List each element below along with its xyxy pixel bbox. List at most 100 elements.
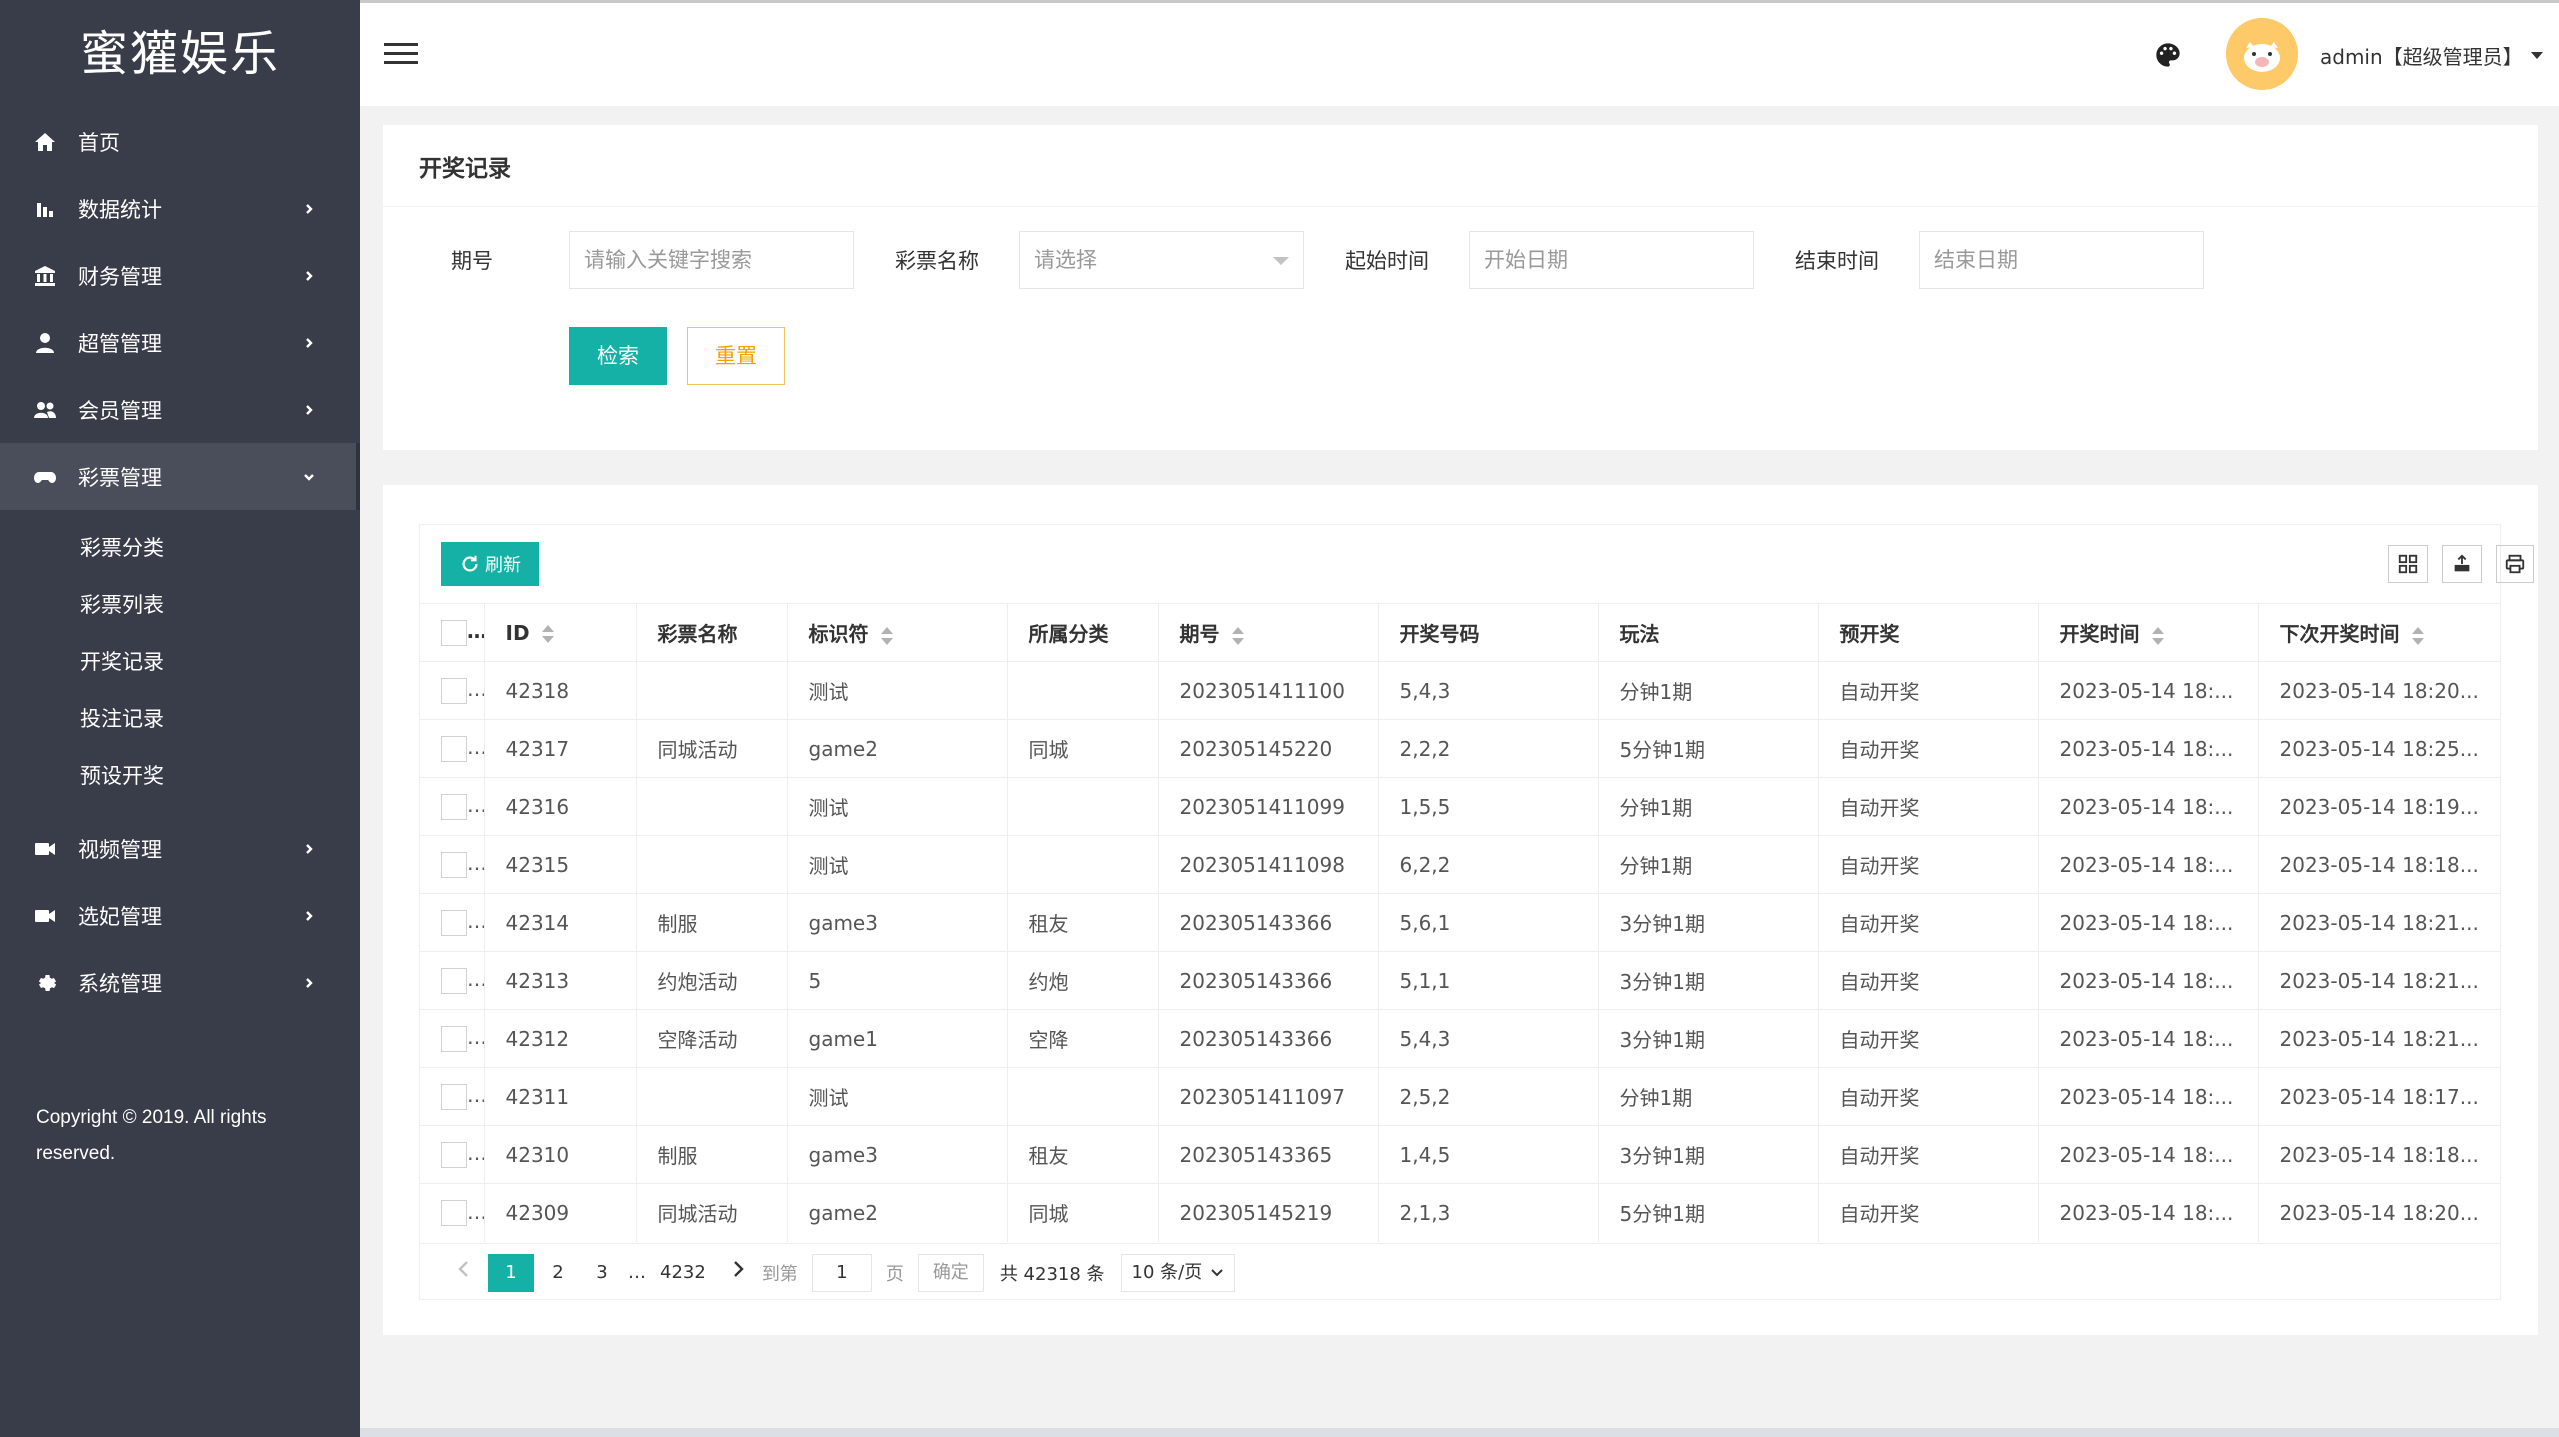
sort-icon[interactable] [2411, 626, 2424, 645]
goto-page-input[interactable]: 1 [811, 1253, 872, 1292]
table-cell: 42310 [484, 1125, 637, 1184]
search-button[interactable]: 检索 [569, 327, 667, 385]
submenu-item[interactable]: 预设开奖 [0, 748, 360, 805]
sidebar-item-7[interactable]: 视频管理 [0, 815, 360, 882]
sidebar-item-4[interactable]: 超管管理 [0, 309, 360, 376]
issue-input[interactable]: 请输入关键字搜索 [569, 231, 854, 289]
sort-icon[interactable] [541, 625, 554, 643]
submenu-item[interactable]: 开奖记录 [0, 634, 360, 691]
page-1[interactable]: 1 [488, 1253, 534, 1292]
avatar[interactable] [2226, 18, 2298, 90]
print-button[interactable] [2496, 545, 2534, 583]
row-checkbox[interactable] [441, 967, 467, 994]
table-cell: 2023-05-14 18:19... [2258, 777, 2500, 836]
sort-icon[interactable] [880, 626, 893, 645]
sidebar-item-9[interactable]: 系统管理 [0, 949, 360, 1016]
sidebar-item-3[interactable]: 财务管理 [0, 242, 360, 309]
table-cell: 202305143366 [1158, 893, 1379, 952]
table-cell: 分钟1期 [1598, 835, 1819, 894]
table-cell: 42316 [484, 777, 637, 836]
column-header[interactable]: 下次开奖时间 [2258, 603, 2500, 662]
table-cell: 分钟1期 [1598, 1067, 1819, 1126]
select-all-checkbox[interactable] [441, 619, 467, 646]
end-date-input[interactable]: 结束日期 [1919, 231, 2204, 289]
table-cell: 2023-05-14 18:... [2038, 1067, 2259, 1126]
columns-filter-button[interactable] [2388, 545, 2428, 583]
table-cell: game3 [787, 893, 1008, 952]
table-cell [1007, 1067, 1159, 1126]
sidebar-item-label: 首页 [78, 130, 120, 155]
sidebar-item-label: 超管管理 [78, 331, 162, 356]
row-checkbox[interactable] [441, 1025, 467, 1052]
table-cell: 5分钟1期 [1598, 719, 1819, 778]
bottom-scrollbar[interactable] [360, 1428, 2559, 1437]
submenu-item[interactable]: 投注记录 [0, 691, 360, 748]
submenu-item[interactable]: 彩票分类 [0, 520, 360, 577]
table-cell: 空降 [1007, 1009, 1159, 1068]
table-cell: 租友 [1007, 893, 1159, 952]
column-header[interactable]: 期号 [1158, 603, 1379, 662]
export-button[interactable] [2442, 545, 2482, 583]
lottery-name-select[interactable]: 请选择 [1019, 231, 1304, 289]
theme-palette-icon[interactable] [2154, 41, 2182, 69]
sort-icon[interactable] [1231, 626, 1244, 645]
table-cell: 约炮 [1007, 951, 1159, 1010]
page-2[interactable]: 2 [538, 1254, 578, 1292]
table-cell: 同城 [1007, 1183, 1159, 1242]
row-checkbox[interactable] [441, 851, 467, 878]
row-checkbox[interactable] [441, 735, 467, 762]
column-header[interactable]: ID [484, 603, 637, 662]
sidebar-item-1[interactable]: 首页 [0, 108, 360, 175]
column-header[interactable]: 开奖时间 [2038, 603, 2259, 662]
table-cell: 2023-05-14 18:... [2038, 777, 2259, 836]
table-row: 42313 约炮活动 5 约炮 202305143366 5,1,1 3分钟1期 自动开奖 20… [420, 951, 2500, 1010]
table-cell: 自动开奖 [1818, 661, 2039, 720]
table-cell: 2023-05-14 18:21... [2258, 1009, 2500, 1068]
copyright-text: Copyright © 2019. All rights reserved. [36, 1107, 267, 1164]
row-checkbox[interactable] [441, 793, 467, 820]
row-checkbox[interactable] [441, 677, 467, 704]
table-cell: 42311 [484, 1067, 637, 1126]
sort-icon[interactable] [2151, 626, 2164, 645]
submenu-item[interactable]: 彩票列表 [0, 577, 360, 634]
row-checkbox[interactable] [441, 1200, 467, 1226]
table-cell: 自动开奖 [1818, 951, 2039, 1010]
page-3[interactable]: 3 [582, 1254, 622, 1292]
row-checkbox[interactable] [441, 1083, 467, 1110]
sidebar-item-6[interactable]: 彩票管理 [0, 443, 360, 510]
table-cell: 2023-05-14 18:21... [2258, 951, 2500, 1010]
user-menu[interactable]: admin【超级管理员】 [2320, 41, 2543, 70]
goto-confirm-button[interactable]: 确定 [917, 1253, 984, 1292]
prev-page-button[interactable] [444, 1254, 484, 1292]
next-page-button[interactable] [718, 1254, 758, 1292]
start-date-input[interactable]: 开始日期 [1469, 231, 1754, 289]
reset-button[interactable]: 重置 [687, 327, 785, 385]
sidebar-item-8[interactable]: 选妃管理 [0, 882, 360, 949]
column-header-label: 下次开奖时间 [2279, 622, 2400, 646]
video-icon [32, 903, 58, 929]
table-row: 42317 同城活动 game2 同城 202305145220 2,2,2 5分钟1期 自动… [420, 719, 2500, 778]
chevron-down-icon [302, 470, 316, 484]
page-last[interactable]: 4232 [652, 1254, 714, 1292]
sidebar-item-5[interactable]: 会员管理 [0, 376, 360, 443]
row-checkbox[interactable] [441, 909, 467, 936]
menu-toggle-icon[interactable] [384, 43, 418, 67]
column-header-label: 玩法 [1619, 622, 1660, 646]
table-cell: 5,1,1 [1378, 951, 1599, 1010]
column-header[interactable]: 标识符 [787, 603, 1008, 662]
gamepad-icon [32, 464, 58, 490]
table-cell: 42313 [484, 951, 637, 1010]
refresh-button[interactable]: 刷新 [441, 542, 539, 586]
column-header-label: 期号 [1179, 622, 1220, 646]
table-cell: 42315 [484, 835, 637, 894]
sidebar-item-2[interactable]: 数据统计 [0, 175, 360, 242]
page-size-select[interactable]: 10 条/页 [1120, 1253, 1236, 1292]
table-row: 42312 空降活动 game1 空降 202305143366 5,4,3 3分钟1期 自动… [420, 1009, 2500, 1068]
sidebar-item-label: 财务管理 [78, 264, 162, 289]
bar-chart-icon [32, 196, 58, 222]
table-cell: 5,6,1 [1378, 893, 1599, 952]
row-checkbox[interactable] [441, 1141, 467, 1168]
pagination: 1 2 3 … 4232 到第 1 页 确定 共 42318 条 10 条/页 [420, 1243, 2500, 1301]
sidebar-item-label: 会员管理 [78, 398, 162, 423]
table-cell: 2023051411100 [1158, 661, 1379, 720]
